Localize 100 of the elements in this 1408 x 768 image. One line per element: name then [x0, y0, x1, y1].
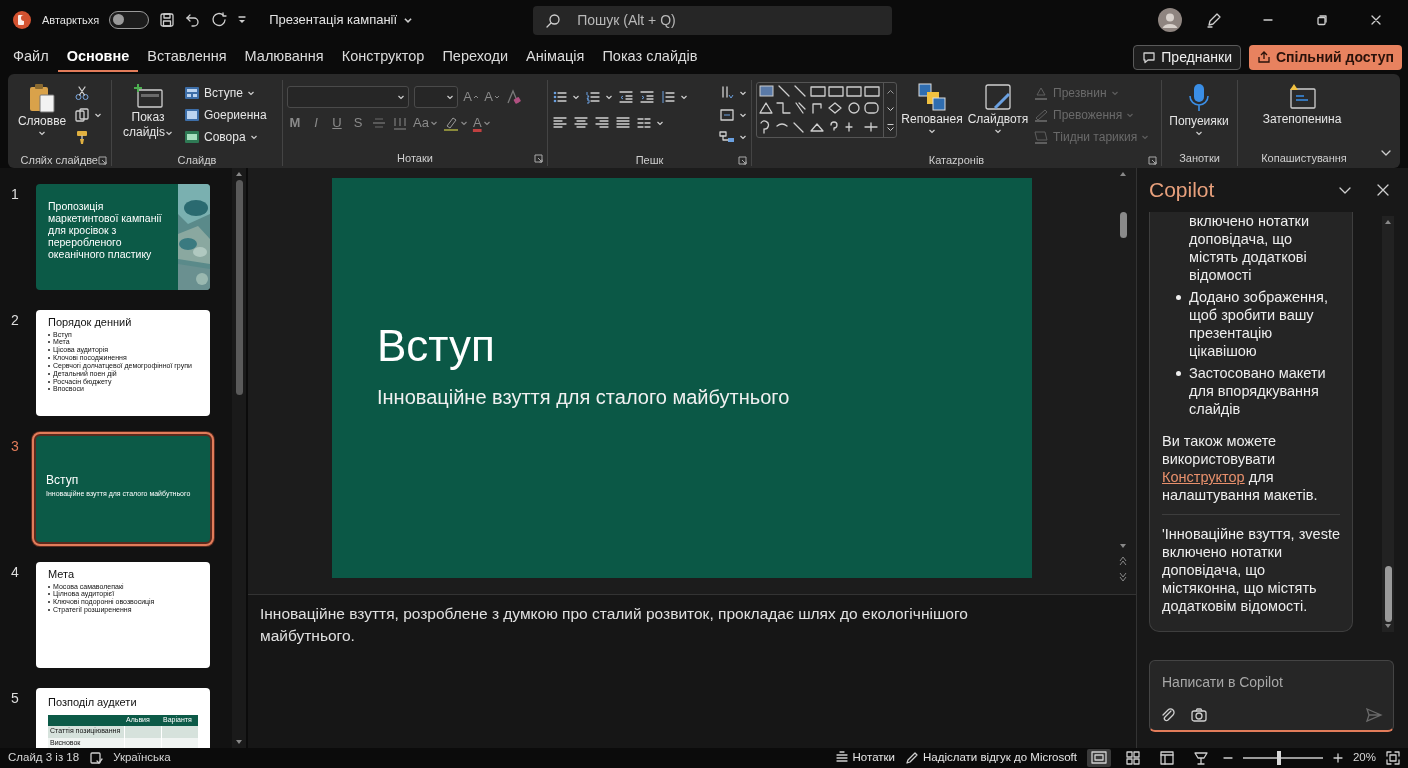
- speaker-notes-text[interactable]: Інноваційне взуття, розроблене з думкою про сталий розвиток, прокладає шлях до екологічнішого майбутнього.: [248, 594, 1136, 748]
- scrollbar[interactable]: [1382, 216, 1394, 632]
- shadow-button[interactable]: S: [350, 112, 366, 134]
- search-field[interactable]: Пошук (Alt + Q): [533, 5, 893, 35]
- numbering-icon: [585, 89, 601, 105]
- caret-icon: [1195, 129, 1203, 137]
- slideshow-icon: [1192, 750, 1209, 766]
- columns-icon: [636, 115, 652, 131]
- ribbon-tab[interactable]: Показ слайдів: [593, 41, 707, 73]
- caret-icon: [928, 127, 936, 135]
- highlighter-icon: [442, 115, 459, 131]
- caret-icon: [249, 133, 258, 141]
- font-color-button[interactable]: A: [472, 112, 491, 134]
- fit-window-icon: [1386, 751, 1400, 766]
- message-text: Додано зображення, щоб зробити вашу презентацію цікавішою: [1189, 288, 1329, 360]
- scroll-up-icon: [1119, 170, 1127, 178]
- italic-button[interactable]: I: [308, 112, 324, 134]
- autosave-label: Автарктьхя: [42, 12, 100, 28]
- undo-icon: [185, 12, 202, 28]
- thumbnail-title: Пропозиція маркетинтової кампанії для кросівок з переробленого океанічного пластику: [48, 200, 163, 261]
- group-label: Пешк: [635, 153, 664, 168]
- ribbon-tab[interactable]: Переходи: [433, 41, 518, 73]
- dialog-launcher-icon[interactable]: [738, 155, 747, 165]
- caret-icon: [994, 127, 1002, 135]
- font-name-field[interactable]: [287, 86, 409, 108]
- comments-button[interactable]: Преднанки: [1133, 44, 1241, 70]
- ribbon-tab[interactable]: Конструктор: [332, 41, 434, 73]
- comment-icon: [1142, 50, 1157, 64]
- caret-icon: [680, 93, 688, 101]
- scroll-down-icon: [235, 738, 243, 746]
- slide-number: 5: [10, 689, 20, 708]
- grow-font-button[interactable]: A: [463, 86, 479, 108]
- caret-icon: [572, 93, 580, 101]
- message-text: 'Інноваційне взуття, зveste включено нотатки доповідача, що містяконна, що містять додатковім відомості.: [1162, 525, 1340, 615]
- more-shapes-icon: [886, 123, 894, 131]
- fit-to-window-button[interactable]: [1386, 749, 1400, 767]
- shrink-font-button[interactable]: A: [484, 86, 500, 108]
- chat-composer[interactable]: Написати в Copilot: [1149, 660, 1394, 732]
- dialog-launcher-icon[interactable]: [534, 153, 543, 163]
- ribbon-tab[interactable]: Анімація: [517, 41, 594, 73]
- add-ins-button[interactable]: Затепопенина: [1242, 80, 1362, 150]
- share-button[interactable]: Спільний доступ: [1249, 44, 1402, 70]
- caret-icon: [739, 111, 747, 119]
- ribbon-tab[interactable]: Файл: [4, 41, 58, 73]
- scroll-thumb[interactable]: [235, 180, 243, 395]
- text-direction-icon: [719, 85, 735, 101]
- new-slide-button[interactable]: Показ слайдіs: [116, 80, 180, 152]
- slide-number: 4: [10, 563, 20, 582]
- thumbnail-title: Позподіл аудкети: [48, 696, 138, 709]
- align-left-icon: [552, 115, 568, 131]
- caret-icon: [605, 93, 613, 101]
- caret-icon: [94, 111, 102, 119]
- paste-button[interactable]: Сляовве: [14, 80, 70, 152]
- caret-icon: [1126, 111, 1135, 119]
- pen-icon: [1206, 12, 1222, 28]
- next-slide-icon: [1119, 572, 1127, 582]
- slide-thumbnail[interactable]: Пропозиція маркетинтової кампанії для кросівок з переробленого океанічного пластику: [36, 184, 210, 290]
- autosave-toggle[interactable]: [109, 11, 150, 29]
- reading-view-icon: [1158, 750, 1175, 766]
- scroll-thumb[interactable]: [1384, 566, 1392, 622]
- dialog-launcher-icon[interactable]: [1148, 155, 1157, 165]
- caret-icon: [246, 89, 255, 97]
- design-link[interactable]: Конструктор: [1162, 469, 1245, 485]
- bold-button[interactable]: M: [287, 112, 303, 134]
- thumbnail-title: Порядок денний: [48, 316, 133, 329]
- zoom-level: 20%: [1352, 750, 1376, 766]
- language-label: Українська: [113, 750, 171, 766]
- caret-icon: [1141, 133, 1150, 141]
- notes-button[interactable]: Нотатки: [834, 747, 895, 768]
- decrease-indent-icon: [618, 89, 634, 105]
- feedback-button[interactable]: Надіслати відгук до Microsoft: [905, 747, 1077, 768]
- ribbon-tab[interactable]: Основне: [57, 41, 139, 73]
- underline-button[interactable]: U: [329, 112, 345, 134]
- caret-icon: [403, 15, 414, 25]
- camera-icon: [1190, 707, 1208, 724]
- slide-option-button[interactable]: Вступе: [184, 82, 267, 104]
- caret-icon: [459, 119, 468, 127]
- slide-canvas[interactable]: Вступ Інноваційне взуття для сталого майбутнього: [332, 178, 1032, 578]
- scrollbar[interactable]: [232, 168, 246, 748]
- redo-icon: [211, 12, 228, 28]
- slide-option-button[interactable]: Gоериенна: [184, 104, 267, 126]
- dialog-launcher-icon[interactable]: [98, 155, 107, 165]
- document-title-button[interactable]: Презентація кампанії: [269, 10, 414, 30]
- scroll-up-icon: [886, 89, 894, 94]
- ribbon-tab[interactable]: Малювання: [235, 41, 333, 73]
- change-case-button[interactable]: Aa: [413, 112, 438, 134]
- ribbon-tab[interactable]: Вставлення: [138, 41, 236, 73]
- scroll-down-icon: [886, 106, 894, 111]
- copy-icon: [74, 107, 90, 123]
- slide-position: Слайд 3 із 18: [8, 750, 80, 766]
- scroll-thumb[interactable]: [1119, 212, 1127, 238]
- dictate-button[interactable]: Попуеияки: [1166, 80, 1232, 150]
- quick-styles-button[interactable]: Слайдвотя: [967, 80, 1029, 152]
- font-size-field[interactable]: [414, 86, 458, 108]
- slider-thumb[interactable]: [1276, 751, 1281, 765]
- arrange-button[interactable]: Reповaнея: [901, 80, 963, 152]
- chat-input-field[interactable]: Написати в Copilot: [1160, 671, 1383, 694]
- slide-option-button[interactable]: Совора: [184, 126, 267, 148]
- send-icon: [1365, 707, 1383, 724]
- normal-view-button[interactable]: [1086, 749, 1111, 767]
